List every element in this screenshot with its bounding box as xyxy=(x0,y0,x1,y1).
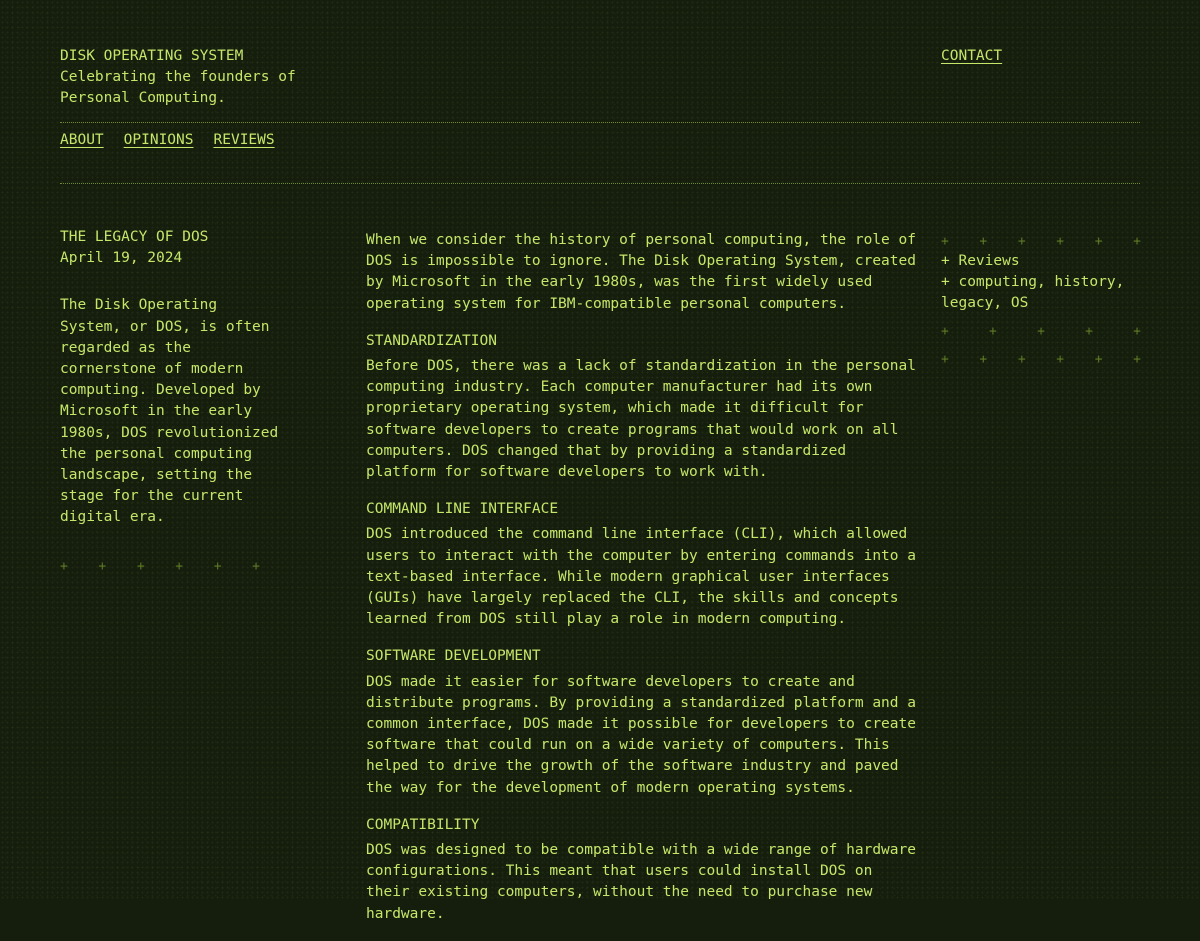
plus-mark: + xyxy=(1133,234,1141,249)
plus-divider: + + + + + xyxy=(941,321,1141,342)
plus-mark: + xyxy=(98,559,107,574)
section-heading: STANDARDIZATION xyxy=(366,332,497,349)
plus-mark: + xyxy=(252,559,260,574)
plus-divider: + + + + + + xyxy=(941,349,1141,370)
site-tagline: Celebrating the founders of Personal Com… xyxy=(60,69,296,107)
plus-mark: + xyxy=(979,234,988,249)
plus-mark: + xyxy=(1133,352,1141,367)
section-body: Before DOS, there was a lack of standard… xyxy=(366,358,916,481)
plus-mark: + xyxy=(1017,352,1026,367)
post-summary: The Disk Operating System, or DOS, is of… xyxy=(60,297,279,526)
plus-mark: + xyxy=(979,352,988,367)
contact-link[interactable]: CONTACT xyxy=(941,46,1002,67)
plus-divider: + + + + + + xyxy=(60,556,260,577)
plus-mark: + xyxy=(941,352,949,367)
nav-opinions-link[interactable]: OPINIONS xyxy=(124,130,194,151)
post-tags[interactable]: + computing, history, legacy, OS xyxy=(941,272,1141,314)
plus-mark: + xyxy=(213,559,222,574)
nav-about-link[interactable]: ABOUT xyxy=(60,130,104,151)
plus-mark: + xyxy=(1056,352,1065,367)
section-body: DOS was designed to be compatible with a… xyxy=(366,842,916,922)
plus-mark: + xyxy=(136,559,145,574)
post-date: April 19, 2024 xyxy=(60,250,183,267)
plus-mark: + xyxy=(175,559,184,574)
plus-mark: + xyxy=(1133,324,1141,339)
main-nav: ABOUT OPINIONS REVIEWS xyxy=(60,130,275,151)
section-body: DOS made it easier for software develope… xyxy=(366,673,916,796)
plus-mark: + xyxy=(1085,324,1093,339)
section-heading: SOFTWARE DEVELOPMENT xyxy=(366,648,541,665)
section-heading: COMPATIBILITY xyxy=(366,816,480,833)
plus-mark: + xyxy=(941,234,949,249)
site-title: DISK OPERATING SYSTEM xyxy=(60,48,244,64)
section-body: DOS introduced the command line interfac… xyxy=(366,526,916,628)
post-category[interactable]: + Reviews xyxy=(941,251,1141,272)
section-heading: COMMAND LINE INTERFACE xyxy=(366,501,559,518)
header-divider xyxy=(60,122,1140,123)
post-title: THE LEGACY OF DOS xyxy=(60,229,209,245)
nav-divider xyxy=(60,183,1140,184)
plus-mark: + xyxy=(1037,324,1045,339)
plus-mark: + xyxy=(1094,234,1103,249)
plus-mark: + xyxy=(1056,234,1065,249)
plus-mark: + xyxy=(1094,352,1103,367)
post-body: When we consider the history of personal… xyxy=(366,230,916,941)
post-intro: When we consider the history of personal… xyxy=(366,232,916,312)
plus-mark: + xyxy=(1017,234,1026,249)
plus-divider: + + + + + + xyxy=(941,231,1141,252)
plus-mark: + xyxy=(989,324,997,339)
plus-mark: + xyxy=(60,559,68,574)
plus-mark: + xyxy=(941,324,949,339)
nav-reviews-link[interactable]: REVIEWS xyxy=(214,130,275,151)
post-sidebar: THE LEGACY OF DOS April 19, 2024 The Dis… xyxy=(60,227,280,529)
